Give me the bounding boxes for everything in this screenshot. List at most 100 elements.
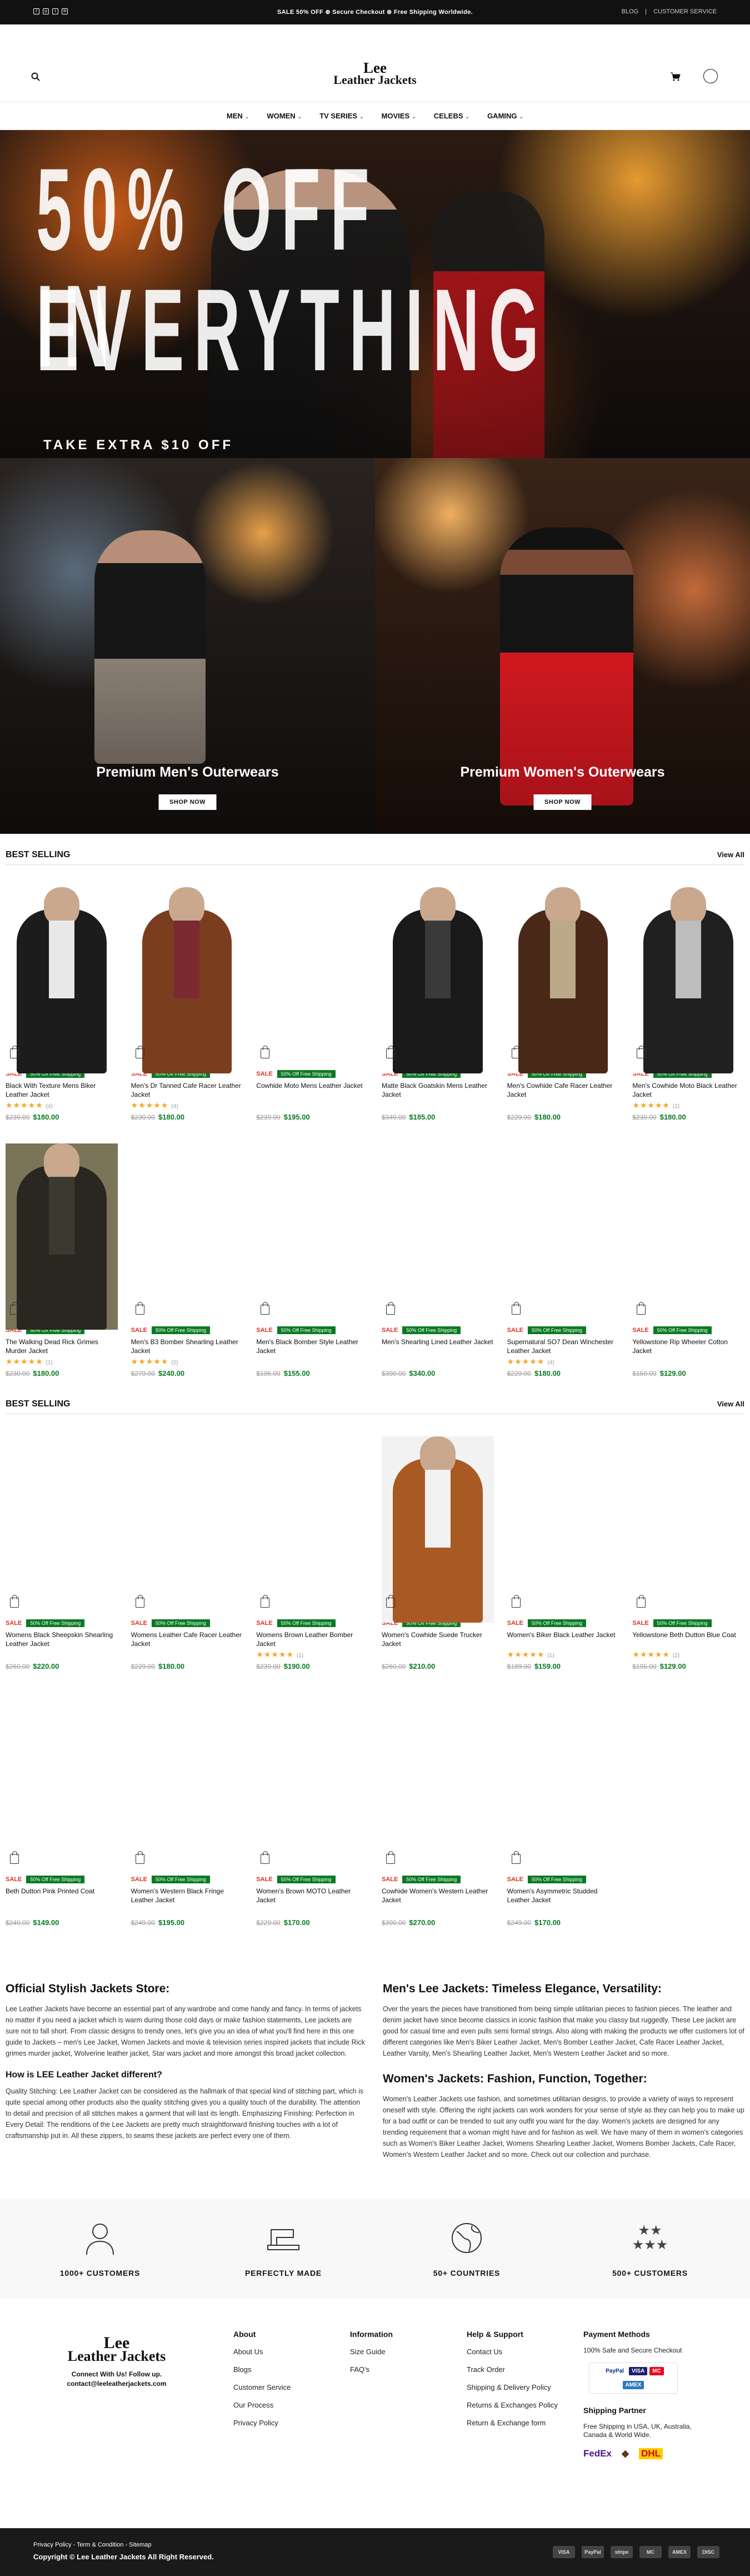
product-name[interactable]: Men's Dr Tanned Cafe Racer Leather Jacke… [131, 1081, 243, 1099]
product-card[interactable]: SALE 50% Off Free Shipping Women's Weste… [131, 1693, 243, 1927]
bag-icon[interactable] [386, 1046, 395, 1058]
product-image[interactable] [256, 1143, 368, 1330]
product-image[interactable] [382, 1436, 494, 1623]
bag-icon[interactable] [135, 1851, 144, 1864]
view-all-link[interactable]: View All [717, 851, 744, 859]
product-name[interactable]: Men's Cowhide Moto Black Leather Jacket [632, 1081, 744, 1099]
product-name[interactable]: Men's Shearling Lined Leather Jacket [382, 1337, 494, 1355]
product-card[interactable]: SALE 50% Off Free Shipping Women's Brown… [256, 1693, 368, 1927]
bag-icon[interactable] [261, 1851, 270, 1864]
bag-icon[interactable] [261, 1302, 270, 1315]
product-image[interactable] [507, 1143, 619, 1330]
bag-icon[interactable] [10, 1595, 19, 1608]
bag-icon[interactable] [10, 1851, 19, 1864]
bag-icon[interactable] [135, 1046, 144, 1058]
bag-icon[interactable] [637, 1046, 646, 1058]
product-card[interactable]: SALE 50% Off Free Shipping Yellowstone R… [632, 1143, 744, 1377]
footer-link[interactable]: FAQ's [350, 2364, 467, 2375]
product-name[interactable]: Women's Asymmetric Studded Leather Jacke… [507, 1887, 619, 1904]
product-name[interactable]: Womens Black Sheepskin Shearling Leather… [6, 1630, 118, 1648]
bag-icon[interactable] [511, 1302, 521, 1315]
product-name[interactable]: Men's Black Bomber Style Leather Jacket [256, 1337, 368, 1355]
product-image[interactable] [632, 1436, 744, 1623]
footer-link[interactable]: Returns & Exchanges Policy [467, 2400, 583, 2411]
site-logo[interactable]: Lee Leather Jackets [0, 61, 750, 86]
account-icon[interactable] [703, 69, 718, 83]
product-name[interactable]: Cowhide Moto Mens Leather Jacket [256, 1081, 368, 1099]
product-card[interactable]: SALE 50% Off Free Shipping Yellowstone B… [632, 1436, 744, 1670]
footer-email[interactable]: contact@leeleatherjackets.com [33, 2379, 200, 2389]
product-name[interactable]: Women's Western Black Fringe Leather Jac… [131, 1887, 243, 1904]
product-card[interactable]: SALE 50% Off Free Shipping Matte Black G… [382, 887, 494, 1121]
product-card[interactable]: SALE 50% Off Free Shipping Beth Dutton P… [6, 1693, 118, 1927]
product-card[interactable]: SALE 50% Off Free Shipping Womens Brown … [256, 1436, 368, 1670]
product-name[interactable]: Women's Cowhide Suede Trucker Jacket [382, 1630, 494, 1648]
product-name[interactable]: Black With Texture Mens Biker Leather Ja… [6, 1081, 118, 1099]
product-name[interactable]: Women's Brown MOTO Leather Jacket [256, 1887, 368, 1904]
footer-link[interactable]: Return & Exchange form [467, 2418, 583, 2429]
product-image[interactable] [507, 1436, 619, 1623]
nav-gaming[interactable]: GAMING ⌄ [487, 112, 523, 120]
product-image[interactable] [6, 887, 118, 1073]
product-name[interactable]: Men's Cowhide Cafe Racer Leather Jacket [507, 1081, 619, 1099]
promo-men[interactable]: Premium Men's Outerwears SHOP NOW [0, 458, 375, 834]
bag-icon[interactable] [10, 1302, 19, 1315]
product-image[interactable] [131, 1693, 243, 1879]
shop-now-button[interactable]: SHOP NOW [158, 794, 217, 810]
product-image[interactable] [6, 1693, 118, 1879]
product-image[interactable] [6, 1143, 118, 1330]
bag-icon[interactable] [511, 1851, 521, 1864]
nav-celebs[interactable]: CELEBS ⌄ [434, 112, 469, 120]
bag-icon[interactable] [511, 1595, 521, 1608]
bag-icon[interactable] [10, 1046, 19, 1058]
product-name[interactable]: Cowhide Women's Western Leather Jacket [382, 1887, 494, 1904]
product-name[interactable]: Matte Black Goatskin Mens Leather Jacket [382, 1081, 494, 1099]
nav-movies[interactable]: MOVIES ⌄ [382, 112, 416, 120]
footer-link[interactable]: Blogs [233, 2364, 350, 2375]
bag-icon[interactable] [135, 1302, 144, 1315]
product-image[interactable] [632, 1143, 744, 1330]
product-image[interactable] [6, 1436, 118, 1623]
product-card[interactable]: SALE 50% Off Free Shipping Women's Biker… [507, 1436, 619, 1670]
bag-icon[interactable] [261, 1046, 270, 1058]
product-card[interactable]: SALE 50% Off Free Shipping Men's Dr Tann… [131, 887, 243, 1121]
footer-link[interactable]: Privacy Policy [233, 2418, 350, 2429]
product-image[interactable] [256, 887, 368, 1073]
product-image[interactable] [131, 1143, 243, 1330]
product-card[interactable]: SALE 50% Off Free Shipping Men's Black B… [256, 1143, 368, 1377]
footer-link[interactable]: Customer Service [233, 2382, 350, 2393]
product-card[interactable]: SALE 50% Off Free Shipping Supernatural … [507, 1143, 619, 1377]
bag-icon[interactable] [637, 1595, 646, 1608]
product-name[interactable]: The Walking Dead Rick Grimes Murder Jack… [6, 1337, 118, 1355]
product-image[interactable] [507, 1693, 619, 1879]
product-card[interactable]: SALE 50% Off Free Shipping Black With Te… [6, 887, 118, 1121]
footer-link[interactable]: Size Guide [350, 2346, 467, 2358]
product-image[interactable] [256, 1693, 368, 1879]
footer-logo[interactable]: Lee Leather Jackets [33, 2335, 200, 2364]
footer-link[interactable]: About Us [233, 2346, 350, 2358]
product-card[interactable]: SALE 50% Off Free Shipping Womens Leathe… [131, 1436, 243, 1670]
bag-icon[interactable] [386, 1302, 395, 1315]
product-image[interactable] [382, 887, 494, 1073]
blog-link[interactable]: BLOG [622, 8, 639, 15]
product-card[interactable]: SALE 50% Off Free Shipping Men's B3 Bomb… [131, 1143, 243, 1377]
product-image[interactable] [632, 887, 744, 1073]
product-card[interactable]: SALE 50% Off Free Shipping Women's Cowhi… [382, 1436, 494, 1670]
product-image[interactable] [256, 1436, 368, 1623]
hero-banner[interactable]: 50% OFF IN EVERYTHING TAKE EXTRA $10 OFF [0, 130, 750, 458]
product-name[interactable]: Yellowstone Rip Wheeler Cotton Jacket [632, 1337, 744, 1355]
legal-links[interactable]: Privacy Policy - Term & Condition - Site… [33, 2542, 152, 2548]
product-name[interactable]: Yellowstone Beth Dutton Blue Coat [632, 1630, 744, 1648]
bag-icon[interactable] [386, 1851, 395, 1864]
product-card[interactable]: SALE 50% Off Free Shipping Men's Shearli… [382, 1143, 494, 1377]
customer-service-link[interactable]: CUSTOMER SERVICE [653, 8, 717, 15]
product-name[interactable]: Women's Biker Black Leather Jacket [507, 1630, 619, 1648]
promo-women[interactable]: Premium Women's Outerwears SHOP NOW [375, 458, 750, 834]
footer-link[interactable]: Contact Us [467, 2346, 583, 2358]
product-card[interactable]: SALE 50% Off Free Shipping Cowhide Moto … [256, 887, 368, 1121]
product-card[interactable]: SALE 50% Off Free Shipping The Walking D… [6, 1143, 118, 1377]
product-card[interactable]: SALE 50% Off Free Shipping Cowhide Women… [382, 1693, 494, 1927]
product-card[interactable]: SALE 50% Off Free Shipping Men's Cowhide… [632, 887, 744, 1121]
product-name[interactable]: Beth Dutton Pink Printed Coat [6, 1887, 118, 1904]
bag-icon[interactable] [135, 1595, 144, 1608]
